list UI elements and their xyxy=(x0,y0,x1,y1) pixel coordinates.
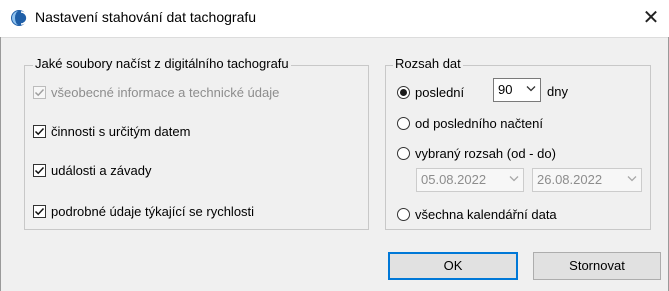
cancel-button[interactable]: Stornovat xyxy=(533,252,661,280)
window-title: Nastavení stahování dat tachografu xyxy=(35,9,257,25)
days-combo[interactable]: 90 xyxy=(493,78,541,102)
checkbox-activities[interactable]: činnosti s určitým datem xyxy=(33,123,190,139)
radio-selected-dot xyxy=(400,88,407,96)
date-to-picker: 26.08.2022 xyxy=(532,168,642,192)
checkbox-activities-label[interactable]: činnosti s určitým datem xyxy=(51,124,190,139)
radio-all-dates-label[interactable]: všechna kalendářní data xyxy=(415,207,557,222)
checkbox-general-info-label: všeobecné informace a technické údaje xyxy=(51,84,280,100)
window-border-left xyxy=(0,37,1,291)
radio-last[interactable]: poslední xyxy=(397,84,464,100)
checkbox-events-faults-box[interactable] xyxy=(33,163,46,177)
range-group-title: Rozsah dat xyxy=(393,56,463,71)
date-from-picker: 05.08.2022 xyxy=(416,168,524,192)
radio-since-last[interactable]: od posledního načtení xyxy=(397,115,543,131)
date-to-value: 26.08.2022 xyxy=(537,172,603,187)
ok-button[interactable]: OK xyxy=(388,252,518,280)
checkbox-speed-details-box[interactable] xyxy=(33,204,46,218)
checkbox-general-info-box xyxy=(33,85,46,99)
chevron-down-icon xyxy=(526,86,536,92)
close-icon[interactable]: ✕ xyxy=(636,4,666,32)
radio-since-last-circle[interactable] xyxy=(397,116,410,130)
checkbox-events-faults[interactable]: události a závady xyxy=(33,162,151,178)
files-group-title: Jaké soubory načíst z digitálního tachog… xyxy=(33,56,291,71)
date-from-value: 05.08.2022 xyxy=(421,172,487,187)
days-combo-value: 90 xyxy=(498,82,513,97)
checkbox-speed-details-label[interactable]: podrobné údaje týkající se rychlosti xyxy=(51,204,254,219)
radio-since-last-label[interactable]: od posledního načtení xyxy=(415,116,543,131)
radio-all-dates[interactable]: všechna kalendářní data xyxy=(397,206,557,222)
radio-last-circle[interactable] xyxy=(397,85,410,99)
radio-all-dates-circle[interactable] xyxy=(397,207,410,221)
checkbox-speed-details[interactable]: podrobné údaje týkající se rychlosti xyxy=(33,203,254,219)
checkbox-events-faults-label[interactable]: události a závady xyxy=(51,163,151,178)
tachograph-app-icon xyxy=(10,9,28,27)
radio-last-label[interactable]: poslední xyxy=(415,85,464,100)
radio-custom-range[interactable]: vybraný rozsah (od - do) xyxy=(397,145,556,161)
radio-custom-range-circle[interactable] xyxy=(397,146,410,160)
chevron-down-icon xyxy=(627,176,637,182)
checkbox-general-info: všeobecné informace a technické údaje xyxy=(33,84,279,100)
chevron-down-icon xyxy=(509,176,519,182)
radio-custom-range-label[interactable]: vybraný rozsah (od - do) xyxy=(415,146,556,161)
checkbox-activities-box[interactable] xyxy=(33,124,46,138)
days-unit-label: dny xyxy=(547,84,568,99)
